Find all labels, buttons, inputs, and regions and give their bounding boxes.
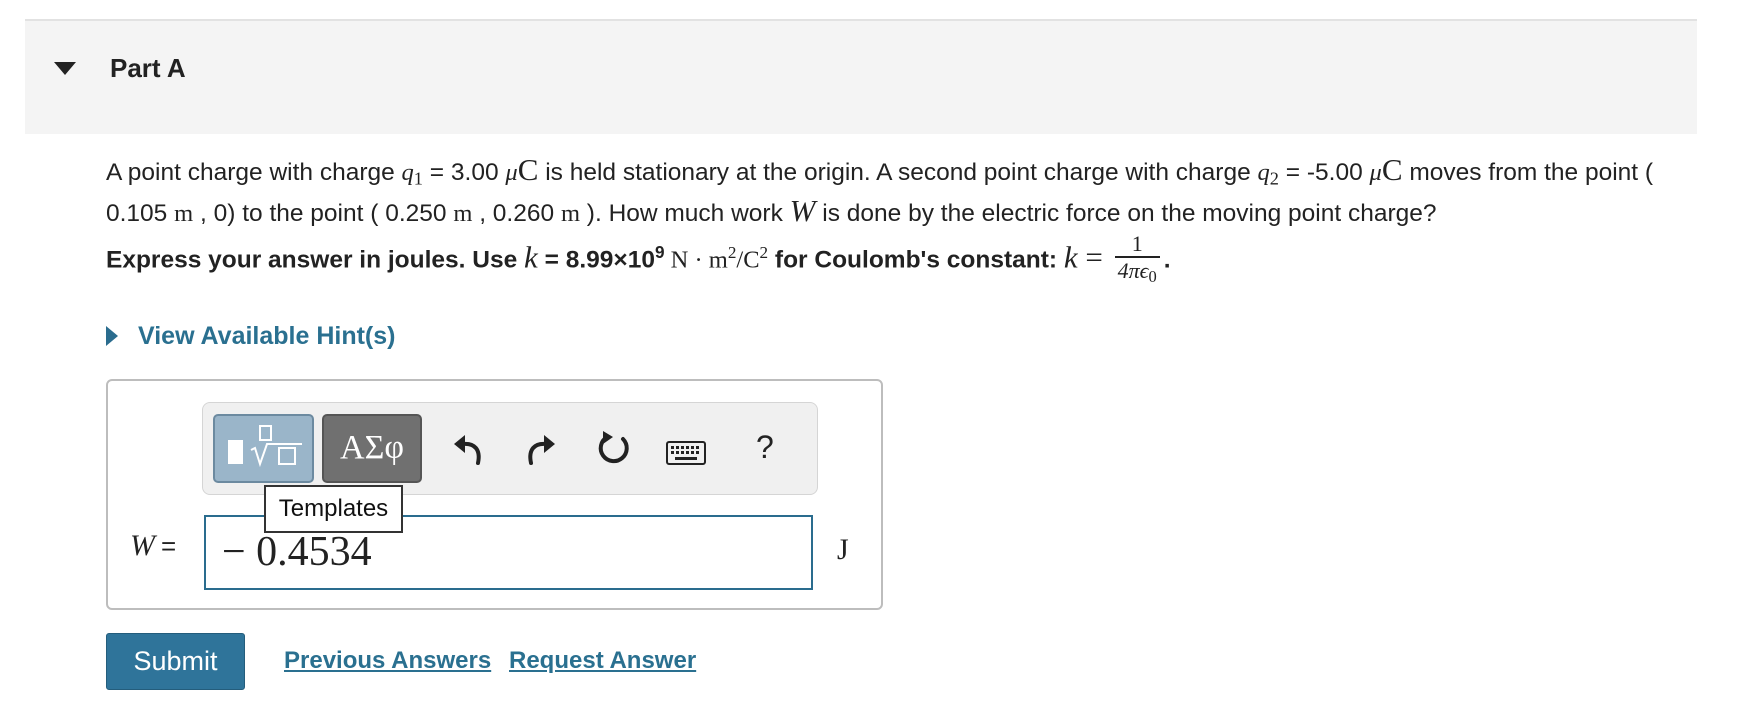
greek-symbols-button[interactable]: ΑΣφ — [322, 414, 422, 483]
templates-tooltip: Templates — [264, 485, 403, 533]
part-header[interactable]: Part A — [25, 21, 1697, 134]
templates-button[interactable] — [213, 414, 314, 483]
help-button[interactable]: ? — [756, 429, 774, 466]
request-answer-link[interactable]: Request Answer — [509, 647, 696, 675]
answer-instruction: Express your answer in joules. Use k = 8… — [106, 232, 1716, 290]
undo-icon[interactable] — [448, 429, 488, 469]
collapse-caret-icon[interactable] — [54, 62, 76, 75]
redo-icon[interactable] — [521, 429, 561, 469]
answer-variable-label: W = — [130, 529, 177, 562]
problem-statement: A point charge with charge q1 = 3.00 μC … — [106, 152, 1654, 228]
view-hints-label[interactable]: View Available Hint(s) — [138, 322, 395, 351]
previous-answers-link[interactable]: Previous Answers — [284, 647, 491, 675]
part-title: Part A — [110, 53, 186, 83]
answer-panel: ΑΣφ ? W = − 0.4534 J — [106, 379, 883, 610]
caret-right-icon — [106, 326, 118, 346]
reset-icon[interactable] — [593, 429, 633, 469]
keyboard-icon[interactable] — [666, 441, 706, 465]
math-toolbar: ΑΣφ ? — [202, 402, 818, 495]
coulomb-fraction: 1 4πϵ0 — [1114, 232, 1160, 290]
answer-unit: J — [837, 533, 849, 566]
templates-icon — [228, 425, 302, 468]
submit-button[interactable]: Submit — [106, 633, 245, 690]
